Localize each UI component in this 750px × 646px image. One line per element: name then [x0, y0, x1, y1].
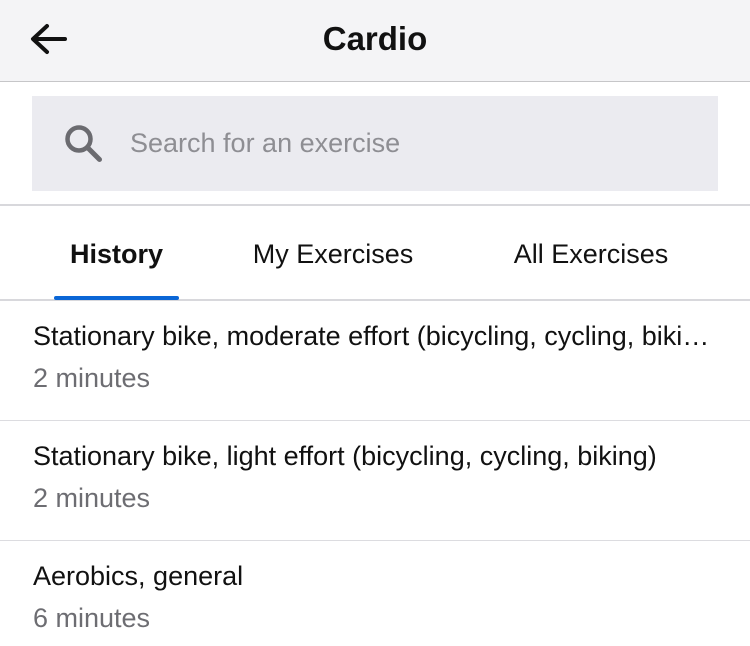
history-list: Stationary bike, moderate effort (bicycl… [0, 301, 750, 646]
list-item[interactable]: Stationary bike, light effort (bicycling… [0, 421, 750, 541]
active-tab-indicator [54, 296, 179, 300]
tab-my-exercises[interactable]: My Exercises [238, 208, 428, 301]
search-section [0, 83, 750, 206]
list-item[interactable]: Aerobics, general 6 minutes [0, 541, 750, 646]
tab-bar: History My Exercises All Exercises [0, 208, 750, 301]
exercise-name: Stationary bike, light effort (bicycling… [33, 441, 657, 471]
arrow-left-icon [31, 24, 67, 54]
search-box[interactable] [32, 96, 718, 191]
back-button[interactable] [20, 14, 76, 64]
search-input[interactable] [130, 113, 718, 174]
tab-history[interactable]: History [40, 208, 193, 301]
search-icon [65, 124, 102, 162]
exercise-duration: 2 minutes [33, 363, 151, 393]
exercise-duration: 6 minutes [33, 603, 151, 633]
exercise-name: Aerobics, general [33, 561, 244, 591]
tab-all-exercises[interactable]: All Exercises [498, 208, 684, 301]
page-title: Cardio [322, 20, 428, 57]
list-item[interactable]: Stationary bike, moderate effort (bicycl… [0, 301, 750, 421]
exercise-duration: 2 minutes [33, 483, 151, 513]
top-bar: Cardio [0, 0, 750, 82]
exercise-name: Stationary bike, moderate effort (bicycl… [33, 321, 717, 351]
